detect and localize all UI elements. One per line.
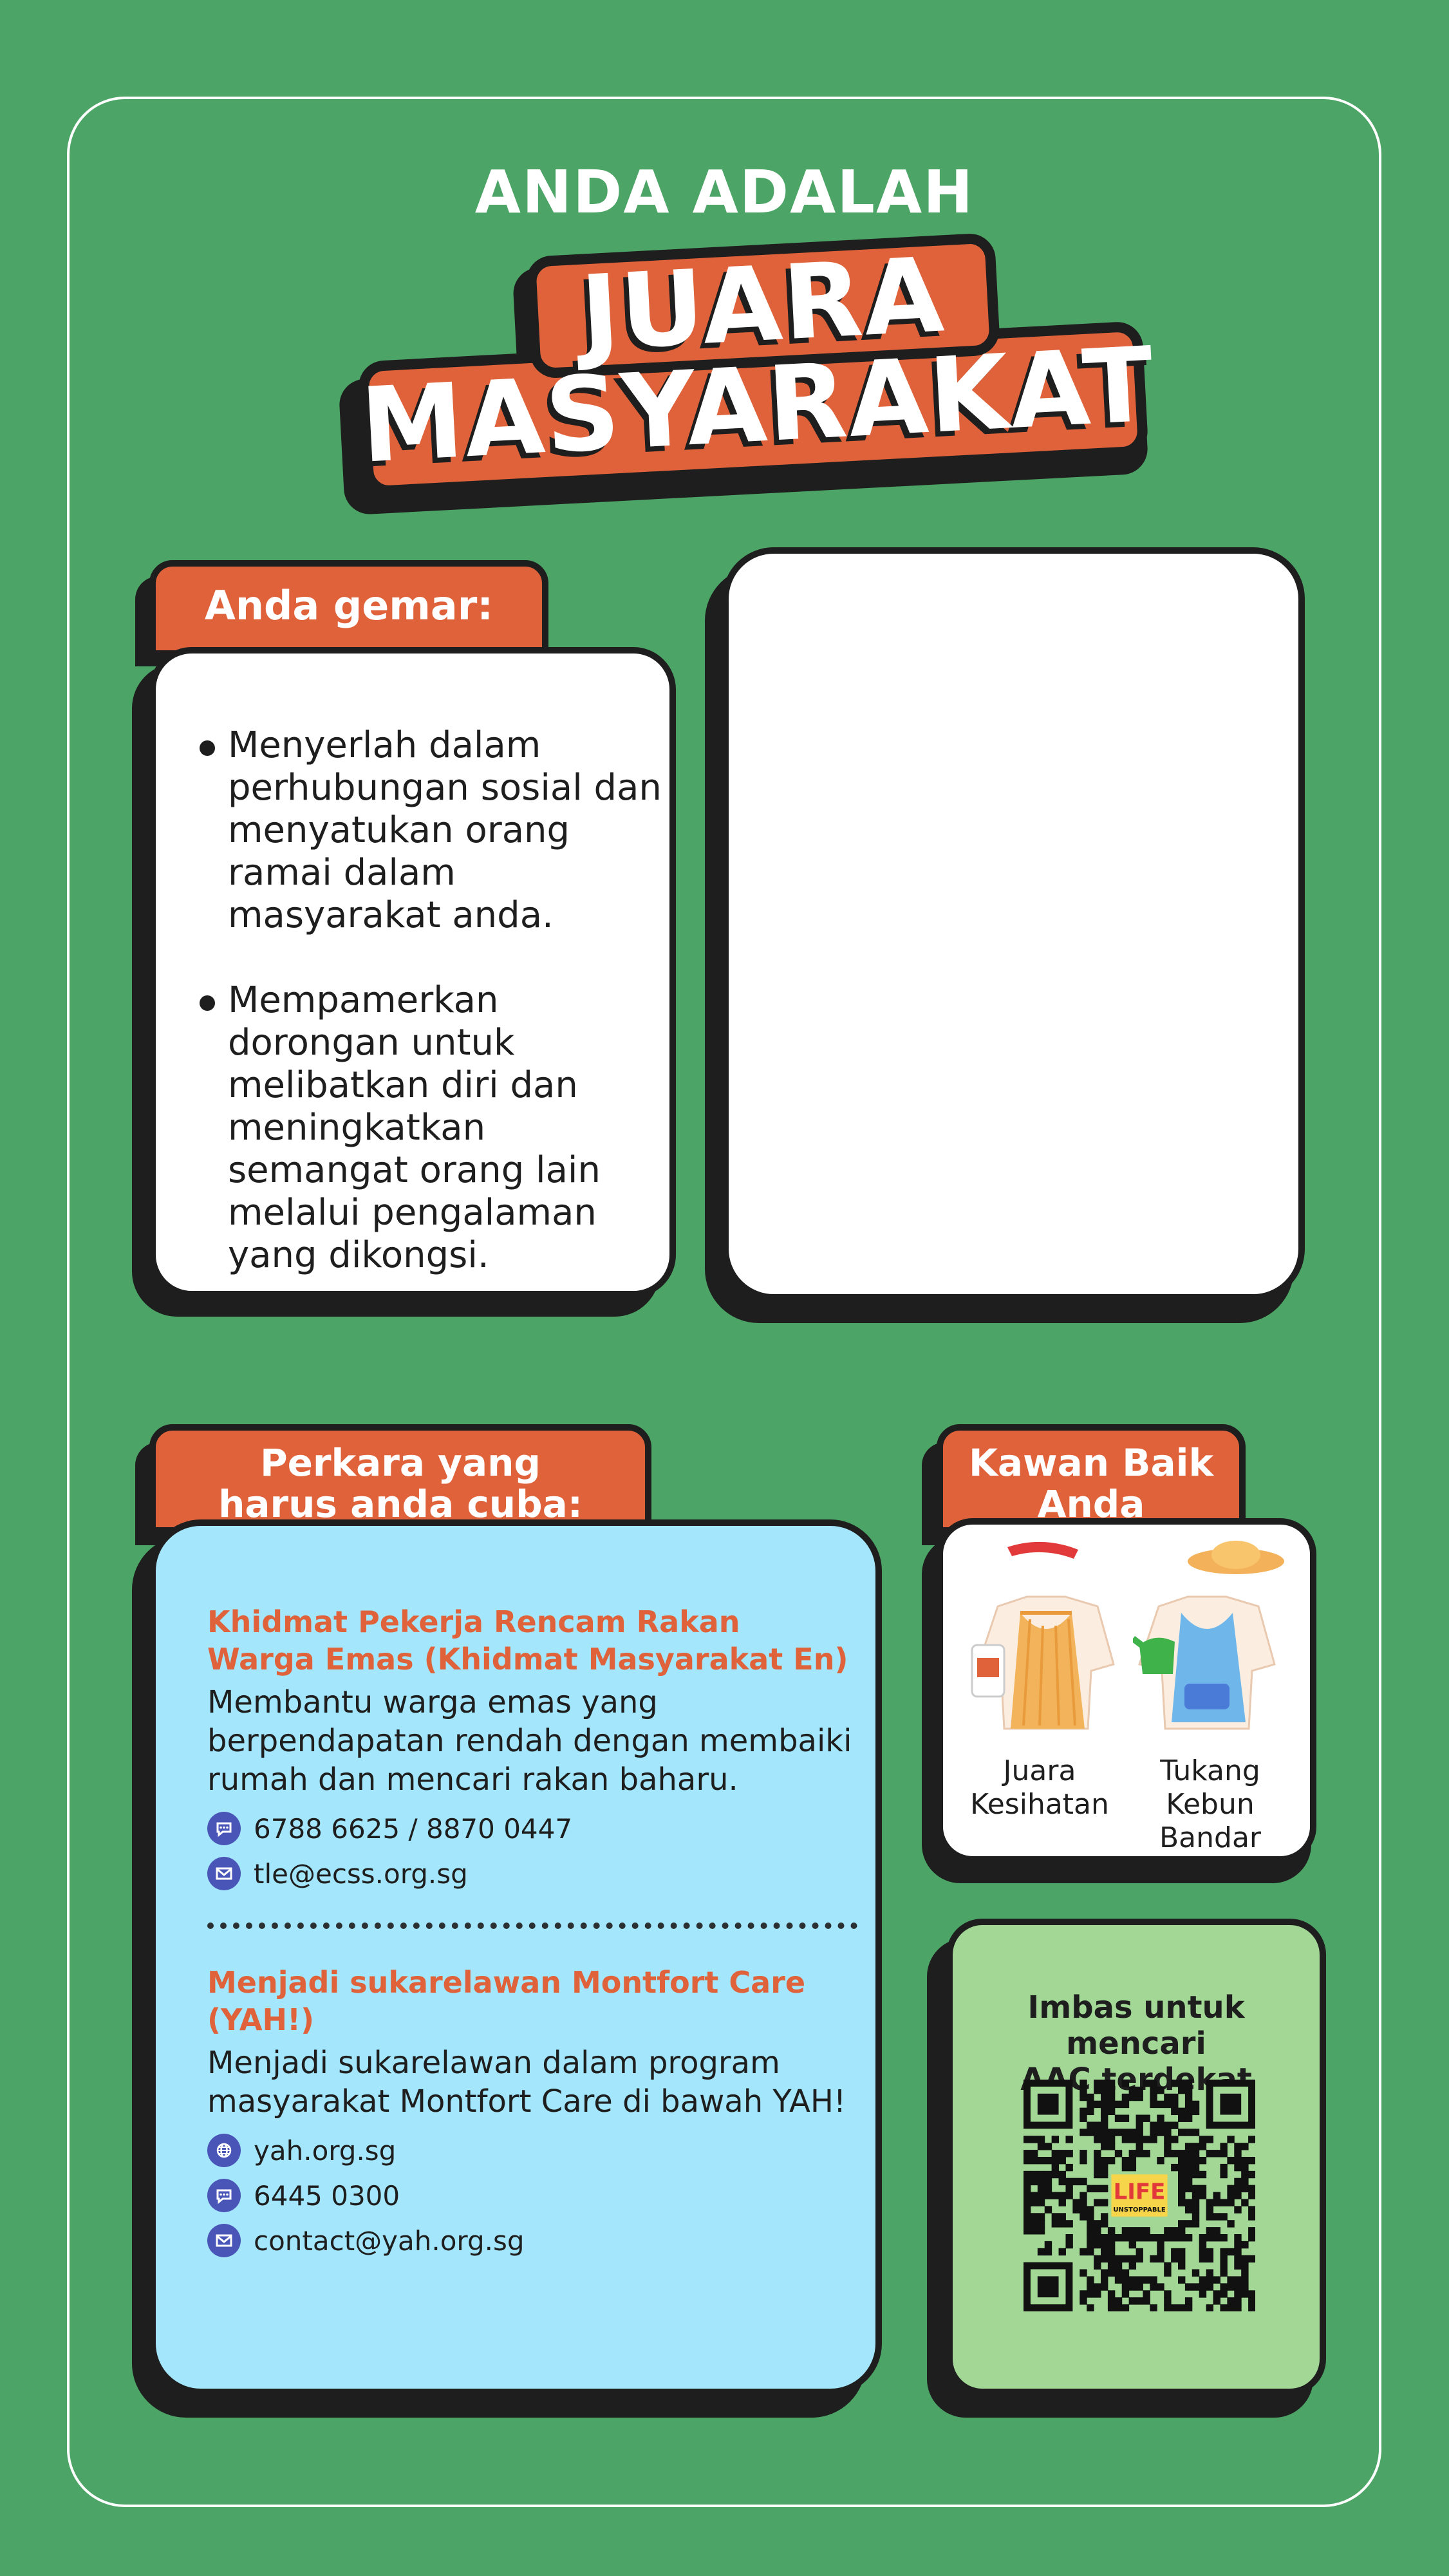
service-montfort: Menjadi sukarelawan Montfort Care (YAH!)… [207,1964,864,2257]
health-champion-apron-icon [971,1541,1115,1730]
intro-heading: ANDA ADALAH [474,158,975,227]
contact-row: 6788 6625 / 8870 0447 [207,1812,864,1845]
phone-number[interactable]: 6445 0300 [254,2180,400,2212]
mail-icon [207,2224,241,2257]
bullet-dot [200,995,215,1011]
likes-tab-label: Anda gemar: [204,582,494,629]
service-title: Menjadi sukarelawan Montfort Care (YAH!) [207,1965,806,2037]
friend-label-gardener: Tukang Kebun Bandar [1159,1754,1262,1854]
life-logo-text: LIFE [1114,2179,1166,2205]
life-logo-subtext: UNSTOPPABLE [1113,2206,1165,2214]
list-item: Menyerlah dalam perhubungan sosial dan m… [200,724,663,937]
urban-gardener-apron-icon [1133,1541,1284,1730]
services-list: Khidmat Pekerja Rencam Rakan Warga Emas … [207,1603,864,2257]
chat-icon [207,2179,241,2212]
service-title: Khidmat Pekerja Rencam Rakan Warga Emas … [207,1604,848,1677]
service-ecss: Khidmat Pekerja Rencam Rakan Warga Emas … [207,1603,864,1890]
photo-placeholder-card [722,547,1305,1301]
service-description: Menjadi sukarelawan dalam program masyar… [207,2045,846,2120]
likes-tab: Anda gemar: [149,560,548,657]
likes-list: Menyerlah dalam perhubungan sosial dan m… [200,724,663,1319]
email-link[interactable]: contact@yah.org.sg [254,2225,525,2257]
contact-row: contact@yah.org.sg [207,2224,864,2257]
try-tab: Perkara yang harus anda cuba: [149,1424,651,1534]
contact-row: tle@ecss.org.sg [207,1857,864,1890]
bullet-dot [200,740,215,756]
contact-row: yah.org.sg [207,2134,864,2167]
service-description: Membantu warga emas yang berpendapatan r… [207,1684,852,1798]
contact-row: 6445 0300 [207,2179,864,2212]
list-item: Mempamerkan dorongan untuk melibatkan di… [200,979,663,1277]
chat-icon [207,1812,241,1845]
title-banner: JUARA MASYARAKAT [322,232,1159,522]
website-link[interactable]: yah.org.sg [254,2135,396,2167]
phone-number[interactable]: 6788 6625 / 8870 0447 [254,1813,572,1845]
friend-label-health: Juara Kesihatan [970,1754,1109,1821]
globe-icon [207,2134,241,2167]
friends-tab: Kawan Baik Anda [937,1424,1246,1534]
email-link[interactable]: tle@ecss.org.sg [254,1858,468,1890]
qr-code[interactable]: LIFEUNSTOPPABLE [1024,2080,1255,2311]
mail-icon [207,1857,241,1890]
divider [207,1923,857,1929]
